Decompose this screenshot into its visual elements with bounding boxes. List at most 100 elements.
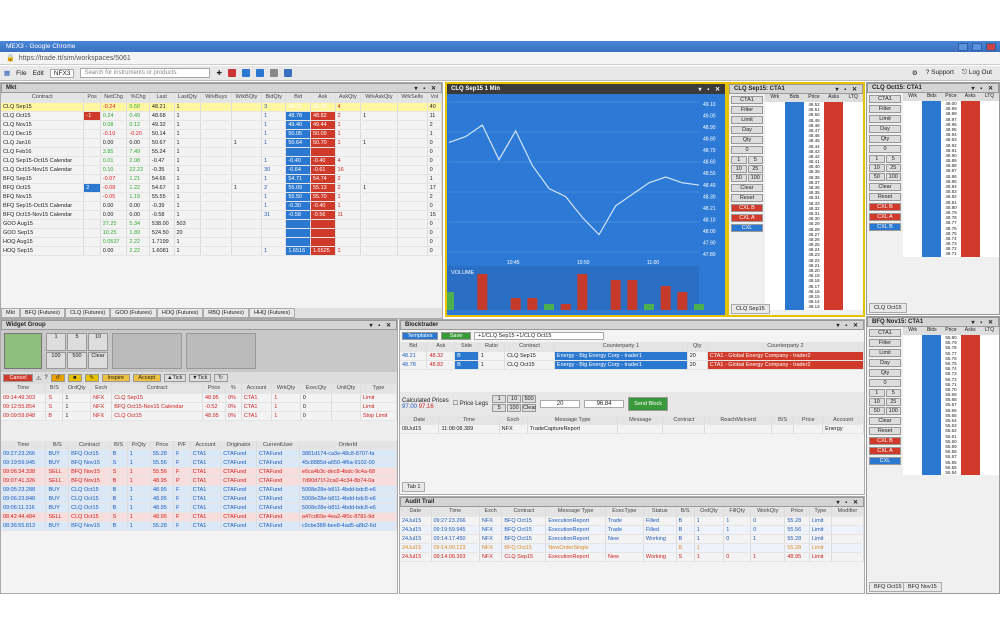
column-header[interactable]: NetChg	[100, 93, 128, 103]
column-header[interactable]: FillQty	[723, 507, 752, 517]
table-row[interactable]: BFQ Sep15 -0.07 1.21 54.66 1 1 54.71 54.74 2 1	[1, 174, 443, 184]
table-row[interactable]: HOQ Sep15 0.00 2.22 1.6081 1 1 1.6516 1.6525 1 0	[1, 246, 443, 256]
column-header[interactable]: Vol	[427, 93, 443, 103]
order-type-select[interactable]: Limit	[869, 349, 901, 357]
table-row[interactable]: 09:05:23.288 BUY CLQ Oct15 B 1 48.95 F CTA1 CTAF…	[1, 485, 398, 495]
column-header[interactable]: Contract	[504, 342, 555, 352]
tab-rbq-futures-[interactable]: RBQ (Futures)	[203, 308, 249, 318]
table-row[interactable]: BFQ Nov15 -0.05 1.19 55.55 1 1 55.50 55.70 1 2	[1, 192, 443, 202]
column-header[interactable]: Contract	[501, 507, 547, 517]
column-header[interactable]: Contract	[111, 384, 203, 394]
tif-select[interactable]: Day	[869, 359, 901, 367]
fills-icon[interactable]	[283, 69, 292, 77]
menu-file[interactable]: File	[16, 70, 26, 77]
tab-clq-futures-[interactable]: CLQ (Futures)	[65, 308, 111, 318]
column-header[interactable]: WrkSells	[397, 93, 428, 103]
qty-5-button[interactable]: 5	[885, 389, 901, 397]
column-header[interactable]: Account	[822, 415, 864, 425]
qty-50-button[interactable]: 50	[869, 173, 885, 181]
table-row[interactable]: CLQ Sep15 -0.24 0.50 48.21 1 3 48.31 48.34 4 40	[1, 102, 443, 112]
cancel-button[interactable]: Cancel	[3, 374, 33, 382]
column-header[interactable]: Ask	[426, 342, 456, 352]
settings-icon[interactable]: ⚙	[912, 69, 918, 77]
ladder-tab[interactable]: CLQ Oct15	[869, 303, 907, 313]
block-clear[interactable]: Clear	[522, 404, 536, 412]
qty-10-button[interactable]: 10	[731, 165, 747, 173]
column-header[interactable]: Pos	[83, 93, 101, 103]
column-header[interactable]: ExecQty	[300, 384, 333, 394]
table-row[interactable]: 09:09:59.848 B 1 NFX CLQ Oct15 48.95 0% CTA1 1 0 S…	[1, 411, 398, 421]
account-select[interactable]: CTA1	[731, 96, 763, 104]
clear-button[interactable]: Clear	[88, 351, 108, 369]
panel-controls-icon[interactable]: ▾ ▪ ✕	[972, 85, 999, 92]
qty-1-button[interactable]: 1	[731, 156, 747, 164]
block-qty-1[interactable]: 1	[492, 395, 507, 403]
column-header[interactable]: Exch	[479, 507, 503, 517]
filter-checkbox[interactable]: Filter	[731, 106, 763, 114]
column-header[interactable]: Status	[643, 507, 677, 517]
folder-icon[interactable]: ■	[67, 374, 82, 382]
column-header[interactable]: Time	[1, 384, 47, 394]
qty-1-button[interactable]: 1	[869, 389, 885, 397]
reset-button[interactable]: Reset	[869, 427, 901, 435]
ladder-icon[interactable]	[241, 69, 250, 77]
table-row[interactable]: 09:06:34.338 SELL BFQ Nov15 S 1 55.56 F CTA1 CTA…	[1, 467, 398, 477]
grid-icon[interactable]	[227, 69, 236, 77]
column-header[interactable]: Date	[400, 507, 432, 517]
tab-goo-futures-[interactable]: GOO (Futures)	[110, 308, 157, 318]
templates-button[interactable]: Templates	[402, 332, 438, 340]
order-type-select[interactable]: Limit	[731, 116, 763, 124]
panel-controls-icon[interactable]: ▾ ▪ ✕	[837, 499, 864, 506]
qty-input[interactable]: 0	[731, 146, 763, 154]
table-row[interactable]: 09:06:23.848 BUY CLQ Oct15 B 1 48.95 F CTA1 CTAF…	[1, 494, 398, 504]
table-row[interactable]: BFQ Oct15 2 -0.08 1.22 54.67 1 1 2 55.09 55.13 2 1 1…	[1, 183, 443, 193]
table-row[interactable]: 09:07:41.326 SELL BFQ Nov15 B 1 48.95 P CTA1 CTA…	[1, 476, 398, 486]
table-row[interactable]: 08:42:44.484 SELL CLQ Oct15 S 1 48.95 F CTA1 CTA…	[1, 512, 398, 522]
qty-500-button[interactable]: 500	[67, 351, 87, 369]
block-qty-500[interactable]: 500	[522, 395, 537, 403]
table-row[interactable]: 24Jul15 09:14:09.123 NFX BFQ Oct15 NewOrderS…	[400, 543, 865, 553]
tab-hhq-futures-[interactable]: HHQ (Futures)	[249, 308, 296, 318]
panel-controls-icon[interactable]: ▾ ▪ ✕	[699, 86, 726, 93]
send-block-button[interactable]: Send Block	[628, 396, 669, 411]
column-header[interactable]: WrkBuys	[200, 93, 232, 103]
price-chart[interactable]: 49.10 49.00 48.90 48.80 48.70 48.60 48.50 48.40…	[444, 94, 725, 315]
price-widget[interactable]	[112, 333, 182, 369]
column-header[interactable]: Time	[431, 507, 480, 517]
panel-controls-icon[interactable]: ▾ ▪ ✕	[972, 319, 999, 326]
table-row[interactable]: CLQ Oct15-Nov15 Calendar 0.10 22.22 -0.35 1 3…	[1, 165, 443, 175]
search-input[interactable]: Search for instruments or products	[80, 68, 211, 78]
account-select[interactable]: CTA1	[869, 329, 901, 337]
column-header[interactable]: Qty	[687, 342, 708, 352]
support-link[interactable]: ? Support	[926, 69, 954, 77]
table-row[interactable]: BFQ Sep15-Oct15 Calendar 0.00 0.00 -0.39 1 1-…	[1, 201, 443, 211]
qty-input[interactable]: 0	[869, 145, 901, 153]
add-icon[interactable]: ✚	[216, 69, 221, 77]
cancel-all-button[interactable]: CXL	[731, 224, 763, 232]
accept-button[interactable]: Accept	[132, 374, 161, 382]
column-header[interactable]: OrdQty	[62, 384, 92, 394]
table-row[interactable]: 09:12:55.854 S 1 NFX BFQ Oct15-Nov15 Calenda…	[1, 402, 398, 412]
block-qty-100[interactable]: 100	[507, 404, 522, 412]
chart-icon[interactable]	[255, 69, 264, 77]
column-header[interactable]: BidQty	[261, 93, 287, 103]
column-header[interactable]: %	[225, 384, 242, 394]
table-row[interactable]: CLQ Nov15 0.08 0.12 49.32 1 1 49.40 49.44 1 2	[1, 120, 443, 130]
qty-widget[interactable]	[186, 333, 256, 369]
qty-25-button[interactable]: 25	[885, 398, 901, 406]
ladder-row[interactable]: 48.13	[765, 304, 863, 310]
column-header[interactable]: WrkAskQty	[360, 93, 398, 103]
column-header[interactable]: Exch	[90, 384, 113, 394]
ladder-tab[interactable]: BFQ Nov15	[903, 582, 942, 592]
tick-down-button[interactable]: ▼Tick	[188, 374, 211, 382]
qty-5-button[interactable]: 5	[885, 155, 901, 163]
refresh-icon[interactable]: ↺	[50, 374, 65, 382]
tab-bfq-futures-[interactable]: BFQ (Futures)	[19, 308, 66, 318]
ladder-row[interactable]: 55.54	[903, 469, 1000, 476]
tif-select[interactable]: Day	[869, 125, 901, 133]
market-selector[interactable]: NFX3	[49, 68, 75, 78]
price-legs-checkbox[interactable]: ☐ Price Legs	[453, 400, 488, 407]
column-header[interactable]: Modifier	[831, 507, 865, 517]
menu-icon[interactable]: ▦	[4, 69, 10, 77]
table-row[interactable]: CLQ Jan16 0.00 0.00 50.67 1 1 1 50.64 50.70 1 1 0	[1, 138, 443, 148]
